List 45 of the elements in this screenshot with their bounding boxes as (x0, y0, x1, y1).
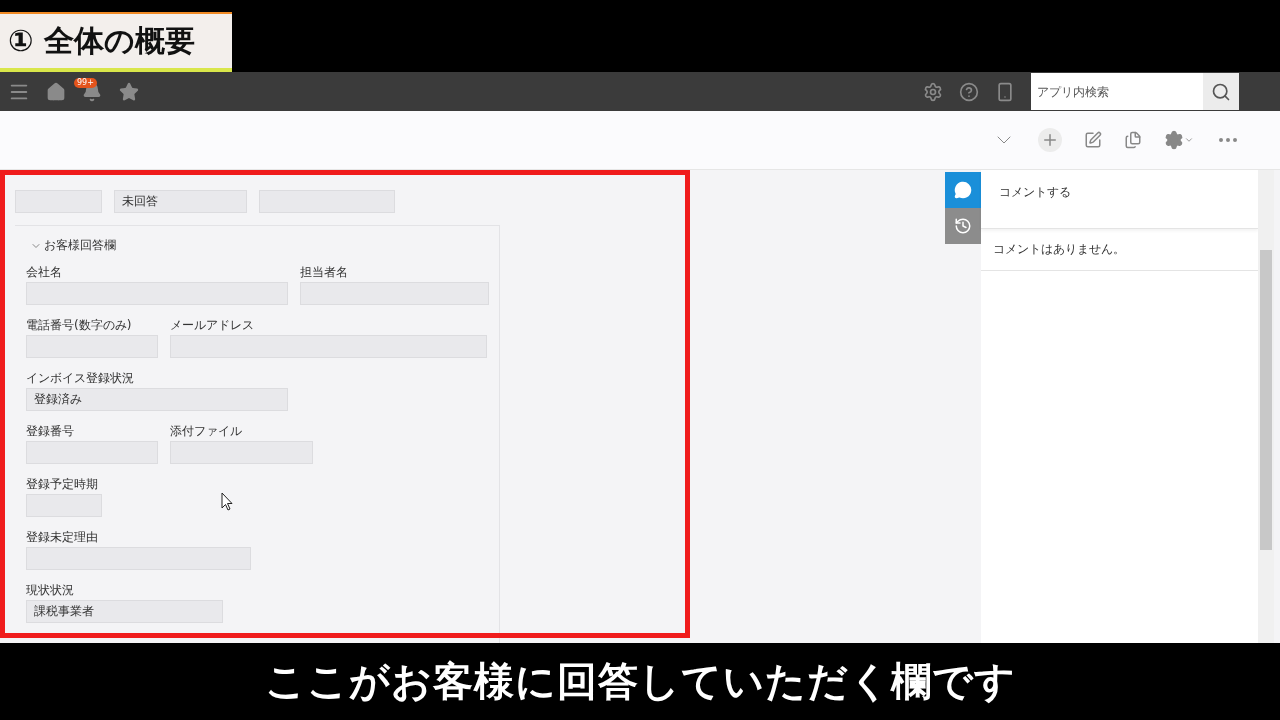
help-icon[interactable] (959, 81, 979, 102)
field-label: 会社名 (26, 266, 63, 281)
field-input[interactable] (26, 282, 288, 305)
field-input[interactable] (259, 190, 395, 213)
field-label: 現状状況 (26, 584, 75, 599)
search-button[interactable] (1203, 73, 1239, 110)
field-input[interactable]: 登録済み (26, 388, 288, 411)
add-button[interactable] (1038, 128, 1062, 152)
history-icon (954, 217, 972, 235)
plus-icon (1041, 131, 1059, 149)
field-label: 添付ファイル (170, 425, 243, 440)
notification-badge: 99+ (74, 77, 97, 88)
field-input[interactable] (170, 441, 313, 464)
search-icon (1211, 81, 1231, 102)
field-input[interactable]: 課税事業者 (26, 600, 223, 623)
field-input[interactable] (26, 441, 158, 464)
settings-icon[interactable] (1164, 128, 1194, 152)
field-label: 担当者名 (300, 266, 349, 281)
home-icon[interactable] (46, 81, 66, 102)
field-input[interactable] (300, 282, 489, 305)
cursor-icon (221, 492, 233, 511)
field-label: インボイス登録状況 (26, 372, 135, 387)
history-tab[interactable] (945, 208, 981, 244)
caption: ここがお客様に回答していただく欄です (263, 657, 1017, 706)
star-icon[interactable] (118, 81, 139, 102)
field-input[interactable] (26, 547, 251, 570)
video-title: ① 全体の概要 (0, 12, 232, 72)
section-title: お客様回答欄 (44, 237, 116, 254)
field-label: 電話番号(数字のみ) (26, 319, 133, 334)
field-input[interactable] (15, 190, 102, 213)
field-input[interactable] (26, 494, 102, 517)
field-input[interactable] (170, 335, 487, 358)
speech-bubble-icon (954, 181, 972, 199)
field-input[interactable] (26, 335, 158, 358)
field-label: 登録番号 (26, 425, 75, 440)
field-label: メールアドレス (170, 319, 255, 334)
field-label: 登録未定理由 (26, 531, 99, 546)
comment-field[interactable]: コメントする (981, 170, 1258, 229)
smartphone-icon[interactable] (995, 81, 1015, 102)
settings-icon[interactable] (923, 81, 943, 102)
section-toggle[interactable]: お客様回答欄 (26, 237, 116, 254)
scrollbar[interactable] (1258, 170, 1274, 643)
comment-tab[interactable] (945, 172, 981, 208)
field-label: 登録予定時期 (26, 478, 99, 493)
field-input[interactable]: 未回答 (114, 190, 247, 213)
